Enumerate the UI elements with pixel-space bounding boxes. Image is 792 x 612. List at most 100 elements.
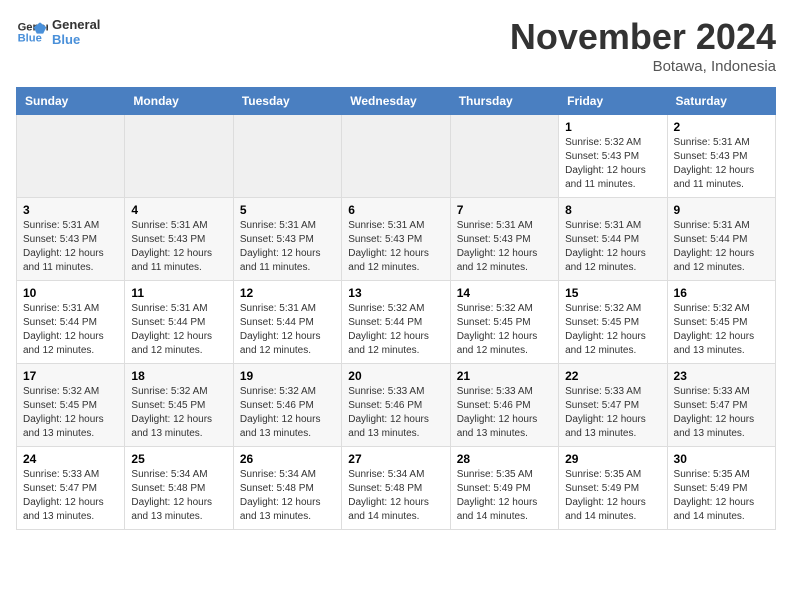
day-info: Sunrise: 5:31 AM Sunset: 5:43 PM Dayligh… xyxy=(23,219,118,275)
day-number: 19 xyxy=(240,369,335,383)
day-info: Sunrise: 5:32 AM Sunset: 5:44 PM Dayligh… xyxy=(348,302,443,358)
calendar-cell: 3 Sunrise: 5:31 AM Sunset: 5:43 PM Daylig… xyxy=(17,198,125,281)
day-info: Sunrise: 5:32 AM Sunset: 5:45 PM Dayligh… xyxy=(131,385,226,441)
day-number: 1 xyxy=(565,120,660,134)
calendar-cell: 10Sunrise: 5:31 AM Sunset: 5:44 PM Dayli… xyxy=(17,281,125,364)
calendar-cell: 4Sunrise: 5:31 AM Sunset: 5:43 PM Daylig… xyxy=(125,198,233,281)
day-number: 11 xyxy=(131,286,226,300)
day-number: 12 xyxy=(240,286,335,300)
day-number: 14 xyxy=(457,286,552,300)
day-number: 25 xyxy=(131,452,226,466)
calendar-day-header: Saturday xyxy=(667,88,775,115)
calendar-cell: 27Sunrise: 5:34 AM Sunset: 5:48 PM Dayli… xyxy=(342,447,450,530)
day-info: Sunrise: 5:31 AM Sunset: 5:44 PM Dayligh… xyxy=(674,219,769,275)
calendar-cell: 9 Sunrise: 5:31 AM Sunset: 5:44 PM Daylig… xyxy=(667,198,775,281)
calendar-day-header: Tuesday xyxy=(233,88,341,115)
location: Botawa, Indonesia xyxy=(510,58,776,75)
day-info: Sunrise: 5:33 AM Sunset: 5:47 PM Dayligh… xyxy=(674,385,769,441)
calendar-cell: 20Sunrise: 5:33 AM Sunset: 5:46 PM Dayli… xyxy=(342,364,450,447)
day-number: 10 xyxy=(23,286,118,300)
calendar-week-row: 1 Sunrise: 5:32 AM Sunset: 5:43 PM Daylig… xyxy=(17,115,776,198)
calendar-cell: 17 Sunrise: 5:32 AM Sunset: 5:45 PM Dayli… xyxy=(17,364,125,447)
day-info: Sunrise: 5:32 AM Sunset: 5:46 PM Dayligh… xyxy=(240,385,335,441)
calendar-day-header: Thursday xyxy=(450,88,558,115)
calendar-cell: 7 Sunrise: 5:31 AM Sunset: 5:43 PM Daylig… xyxy=(450,198,558,281)
calendar-cell: 1 Sunrise: 5:32 AM Sunset: 5:43 PM Daylig… xyxy=(559,115,667,198)
day-number: 29 xyxy=(565,452,660,466)
day-info: Sunrise: 5:31 AM Sunset: 5:44 PM Dayligh… xyxy=(240,302,335,358)
day-info: Sunrise: 5:35 AM Sunset: 5:49 PM Dayligh… xyxy=(457,468,552,524)
calendar-cell: 26Sunrise: 5:34 AM Sunset: 5:48 PM Dayli… xyxy=(233,447,341,530)
calendar-cell: 21 Sunrise: 5:33 AM Sunset: 5:46 PM Dayli… xyxy=(450,364,558,447)
day-info: Sunrise: 5:33 AM Sunset: 5:46 PM Dayligh… xyxy=(348,385,443,441)
month-title: November 2024 xyxy=(510,16,776,58)
calendar-table: SundayMondayTuesdayWednesdayThursdayFrid… xyxy=(16,87,776,530)
calendar-cell: 12 Sunrise: 5:31 AM Sunset: 5:44 PM Dayli… xyxy=(233,281,341,364)
day-number: 21 xyxy=(457,369,552,383)
calendar-cell: 6 Sunrise: 5:31 AM Sunset: 5:43 PM Daylig… xyxy=(342,198,450,281)
calendar-day-header: Sunday xyxy=(17,88,125,115)
day-info: Sunrise: 5:34 AM Sunset: 5:48 PM Dayligh… xyxy=(240,468,335,524)
calendar-cell: 8 Sunrise: 5:31 AM Sunset: 5:44 PM Daylig… xyxy=(559,198,667,281)
day-number: 17 xyxy=(23,369,118,383)
day-number: 13 xyxy=(348,286,443,300)
calendar-cell: 18Sunrise: 5:32 AM Sunset: 5:45 PM Dayli… xyxy=(125,364,233,447)
calendar-cell: 23Sunrise: 5:33 AM Sunset: 5:47 PM Dayli… xyxy=(667,364,775,447)
day-number: 27 xyxy=(348,452,443,466)
day-info: Sunrise: 5:33 AM Sunset: 5:46 PM Dayligh… xyxy=(457,385,552,441)
day-info: Sunrise: 5:32 AM Sunset: 5:43 PM Dayligh… xyxy=(565,136,660,192)
day-info: Sunrise: 5:31 AM Sunset: 5:43 PM Dayligh… xyxy=(348,219,443,275)
calendar-cell: 5 Sunrise: 5:31 AM Sunset: 5:43 PM Daylig… xyxy=(233,198,341,281)
calendar-week-row: 17 Sunrise: 5:32 AM Sunset: 5:45 PM Dayli… xyxy=(17,364,776,447)
calendar-cell: 22Sunrise: 5:33 AM Sunset: 5:47 PM Dayli… xyxy=(559,364,667,447)
day-number: 6 xyxy=(348,203,443,217)
calendar-cell: 11 Sunrise: 5:31 AM Sunset: 5:44 PM Dayli… xyxy=(125,281,233,364)
calendar-week-row: 10 Sunrise: 5:31 AM Sunset: 5:44 PM Dayli… xyxy=(17,281,776,364)
day-info: Sunrise: 5:32 AM Sunset: 5:45 PM Dayligh… xyxy=(23,385,118,441)
day-info: Sunrise: 5:31 AM Sunset: 5:43 PM Dayligh… xyxy=(131,219,226,275)
calendar-cell xyxy=(342,115,450,198)
page-header: General Blue General Blue November 2024 … xyxy=(16,16,776,75)
day-number: 28 xyxy=(457,452,552,466)
logo-icon: General Blue xyxy=(16,16,48,48)
day-info: Sunrise: 5:33 AM Sunset: 5:47 PM Dayligh… xyxy=(565,385,660,441)
day-number: 2 xyxy=(674,120,769,134)
calendar-cell: 13 Sunrise: 5:32 AM Sunset: 5:44 PM Dayli… xyxy=(342,281,450,364)
day-info: Sunrise: 5:32 AM Sunset: 5:45 PM Dayligh… xyxy=(565,302,660,358)
logo: General Blue General Blue xyxy=(16,16,100,48)
calendar-cell xyxy=(17,115,125,198)
title-block: November 2024 Botawa, Indonesia xyxy=(510,16,776,75)
day-number: 30 xyxy=(674,452,769,466)
logo-line1: General xyxy=(52,17,100,32)
calendar-header-row: SundayMondayTuesdayWednesdayThursdayFrid… xyxy=(17,88,776,115)
calendar-day-header: Friday xyxy=(559,88,667,115)
day-number: 8 xyxy=(565,203,660,217)
calendar-cell: 19 Sunrise: 5:32 AM Sunset: 5:46 PM Dayli… xyxy=(233,364,341,447)
calendar-cell: 14 Sunrise: 5:32 AM Sunset: 5:45 PM Dayli… xyxy=(450,281,558,364)
day-number: 7 xyxy=(457,203,552,217)
calendar-cell xyxy=(233,115,341,198)
day-number: 16 xyxy=(674,286,769,300)
calendar-cell: 15Sunrise: 5:32 AM Sunset: 5:45 PM Dayli… xyxy=(559,281,667,364)
calendar-cell: 29 Sunrise: 5:35 AM Sunset: 5:49 PM Dayli… xyxy=(559,447,667,530)
calendar-week-row: 3 Sunrise: 5:31 AM Sunset: 5:43 PM Daylig… xyxy=(17,198,776,281)
day-number: 9 xyxy=(674,203,769,217)
day-info: Sunrise: 5:35 AM Sunset: 5:49 PM Dayligh… xyxy=(565,468,660,524)
day-info: Sunrise: 5:31 AM Sunset: 5:44 PM Dayligh… xyxy=(565,219,660,275)
day-info: Sunrise: 5:33 AM Sunset: 5:47 PM Dayligh… xyxy=(23,468,118,524)
day-info: Sunrise: 5:35 AM Sunset: 5:49 PM Dayligh… xyxy=(674,468,769,524)
day-number: 5 xyxy=(240,203,335,217)
day-info: Sunrise: 5:32 AM Sunset: 5:45 PM Dayligh… xyxy=(674,302,769,358)
day-number: 24 xyxy=(23,452,118,466)
day-info: Sunrise: 5:31 AM Sunset: 5:43 PM Dayligh… xyxy=(457,219,552,275)
logo-line2: Blue xyxy=(52,32,100,47)
day-info: Sunrise: 5:32 AM Sunset: 5:45 PM Dayligh… xyxy=(457,302,552,358)
day-info: Sunrise: 5:34 AM Sunset: 5:48 PM Dayligh… xyxy=(131,468,226,524)
day-info: Sunrise: 5:31 AM Sunset: 5:43 PM Dayligh… xyxy=(240,219,335,275)
svg-text:Blue: Blue xyxy=(18,33,42,45)
calendar-cell xyxy=(125,115,233,198)
day-number: 3 xyxy=(23,203,118,217)
calendar-cell: 16 Sunrise: 5:32 AM Sunset: 5:45 PM Dayli… xyxy=(667,281,775,364)
calendar-cell xyxy=(450,115,558,198)
day-info: Sunrise: 5:31 AM Sunset: 5:44 PM Dayligh… xyxy=(131,302,226,358)
